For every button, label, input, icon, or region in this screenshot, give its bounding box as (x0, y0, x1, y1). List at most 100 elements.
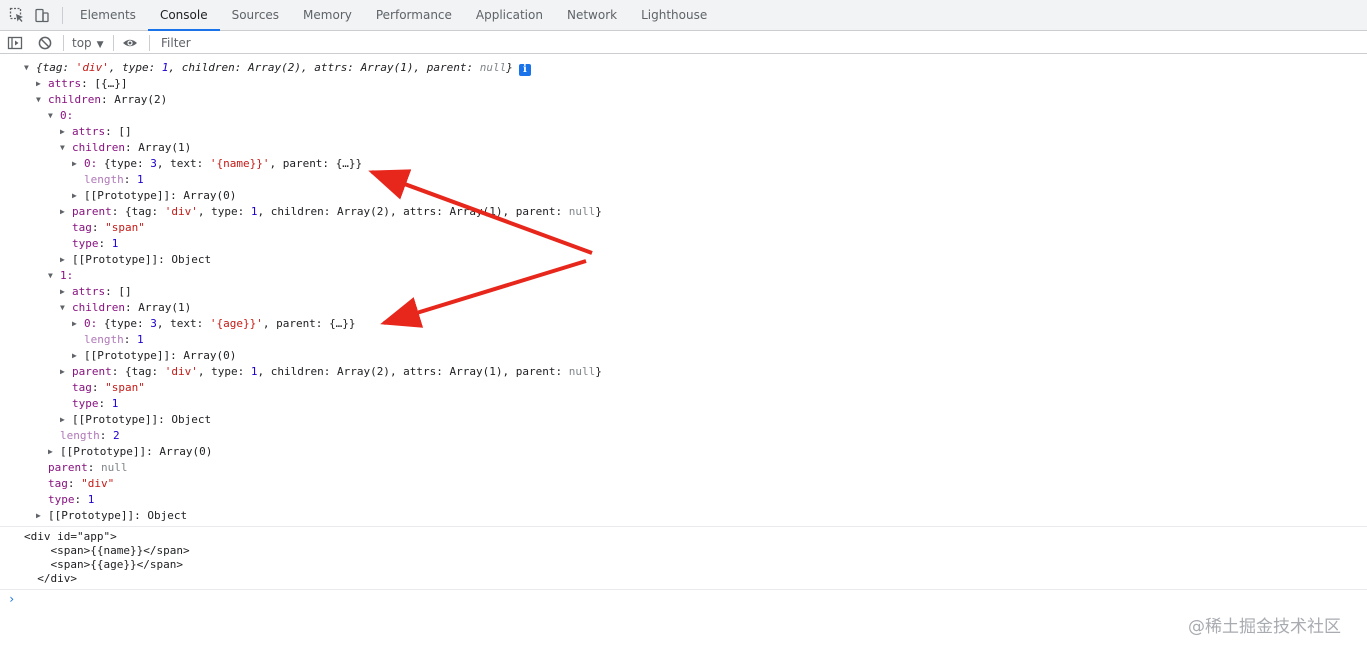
sidebar-toggle-icon[interactable] (7, 35, 23, 51)
tab-console[interactable]: Console (147, 0, 220, 31)
type-key: type (72, 237, 99, 250)
item-0-tag-row: tag: "span" (72, 221, 145, 234)
item-0-proto-row[interactable]: ▶ [[Prototype]]: Object (60, 252, 211, 268)
prototype-key: [[Prototype]] (72, 413, 159, 426)
console-prompt[interactable]: › (8, 592, 15, 606)
tab-network[interactable]: Network (555, 0, 629, 31)
prototype-key: [[Prototype]] (72, 253, 159, 266)
root-proto-row[interactable]: ▶ [[Prototype]]: Object (36, 508, 187, 524)
root-attrs-row[interactable]: ▶ attrs: [{…}] (36, 76, 128, 92)
item-1-proto-array: Array(0) (183, 349, 237, 362)
root-children-row[interactable]: ▼ children: Array(2) (36, 92, 167, 108)
collapsed-triangle-icon: ▶ (48, 447, 53, 456)
item-0-children-proto-row[interactable]: ▶ [[Prototype]]: Array(0) (72, 188, 236, 204)
item-0-index: 0: (60, 109, 74, 122)
item-1-row[interactable]: ▼ 1: (48, 268, 73, 284)
item-1-child-key: 0: (84, 317, 98, 330)
length-key: length (60, 429, 100, 442)
eye-icon[interactable] (122, 35, 138, 51)
tab-application[interactable]: Application (464, 0, 555, 31)
item-1-proto-row[interactable]: ▶ [[Prototype]]: Object (60, 412, 211, 428)
panel-tabs: Elements Console Sources Memory Performa… (68, 0, 719, 31)
length-key: length (84, 173, 124, 186)
tab-performance[interactable]: Performance (364, 0, 464, 31)
expanded-triangle-icon: ▼ (60, 143, 65, 152)
type-key: type (48, 493, 75, 506)
item-0-child-key: 0: (84, 157, 98, 170)
toolbar-divider (149, 35, 150, 51)
prototype-key: [[Prototype]] (48, 509, 135, 522)
parent-key: parent (48, 461, 88, 474)
html-output-line: <span>{{age}}</span> (24, 558, 183, 571)
device-toolbar-icon[interactable] (34, 7, 50, 23)
root-tag-value: "div" (81, 477, 115, 490)
message-divider (0, 589, 1367, 590)
item-0-child-row[interactable]: ▶ 0: {type: 3, text: '{name}}', parent: {… (72, 156, 362, 172)
expanded-triangle-icon: ▼ (36, 95, 41, 104)
item-1-type-value: 1 (111, 397, 119, 410)
item-0-parent-row[interactable]: ▶ parent: {tag: 'div', type: 1, children:… (60, 204, 602, 220)
tab-lighthouse[interactable]: Lighthouse (629, 0, 719, 31)
summary-tag-value: 'div' (75, 61, 109, 74)
item-1-children-row[interactable]: ▼ children: Array(1) (60, 300, 191, 316)
object-root-summary[interactable]: ▼ {tag: 'div', type: 1, children: Array(2… (24, 60, 531, 76)
collapsed-triangle-icon: ▶ (72, 351, 77, 360)
item-1-type-row: type: 1 (72, 397, 119, 410)
item-1-proto-object: Object (171, 413, 212, 426)
tab-memory[interactable]: Memory (291, 0, 364, 31)
message-divider (0, 526, 1367, 527)
collapsed-triangle-icon: ▶ (36, 511, 41, 520)
item-0-parent-tag: 'div' (164, 205, 198, 218)
item-1-index: 1: (60, 269, 74, 282)
item-0-parent-type: 1 (250, 205, 258, 218)
filter-input[interactable] (156, 33, 1367, 53)
item-1-child-row[interactable]: ▶ 0: {type: 3, text: '{age}}', parent: {…… (72, 316, 356, 332)
clear-console-icon[interactable] (37, 35, 53, 51)
collapsed-triangle-icon: ▶ (72, 319, 77, 328)
tag-key: tag (48, 477, 68, 490)
parent-key: parent (72, 365, 112, 378)
item-1-child-type: 3 (150, 317, 157, 330)
children-proto-row[interactable]: ▶ [[Prototype]]: Array(0) (48, 444, 212, 460)
item-1-parent-parent: null (568, 365, 596, 378)
root-parent-row: parent: null (48, 461, 128, 474)
parent-key: parent (72, 205, 112, 218)
html-output-line: <div id="app"> (24, 530, 117, 543)
item-0-children-row[interactable]: ▼ children: Array(1) (60, 140, 191, 156)
tab-elements[interactable]: Elements (68, 0, 148, 31)
collapsed-triangle-icon: ▶ (72, 159, 77, 168)
item-0-length-row: length: 1 (84, 173, 144, 186)
summary-close: } (506, 61, 513, 74)
item-1-child-parent: {…}} (329, 317, 356, 330)
prototype-key: [[Prototype]] (84, 349, 171, 362)
info-icon[interactable]: i (518, 64, 531, 76)
item-1-length-value: 1 (137, 333, 144, 346)
item-0-attrs-value: [] (118, 125, 132, 138)
collapsed-triangle-icon: ▶ (60, 207, 65, 216)
root-parent-value: null (101, 461, 128, 474)
summary-open: {tag: (36, 61, 76, 74)
inspect-element-icon[interactable] (9, 7, 25, 23)
chevron-down-icon: ▼ (96, 40, 104, 50)
item-0-type-value: 1 (111, 237, 119, 250)
item-0-parent-children: Array(2) (336, 205, 390, 218)
item-0-child-parent: {…}} (335, 157, 363, 170)
item-0-parent-parent: null (568, 205, 596, 218)
summary-type-key: , type: (108, 61, 162, 74)
collapsed-triangle-icon: ▶ (60, 255, 65, 264)
item-0-attrs-row[interactable]: ▶ attrs: [] (60, 124, 132, 140)
children-key: children (72, 301, 125, 314)
item-0-child-text: '{name}}' (209, 157, 270, 170)
summary-parent-key: , parent: (413, 61, 480, 74)
item-1-attrs-row[interactable]: ▶ attrs: [] (60, 284, 132, 300)
item-1-tag-row: tag: "span" (72, 381, 145, 394)
tab-sources[interactable]: Sources (220, 0, 291, 31)
root-tag-row: tag: "div" (48, 477, 115, 490)
prototype-key: [[Prototype]] (84, 189, 171, 202)
context-selector[interactable]: top ▼ (72, 35, 104, 51)
item-0-row[interactable]: ▼ 0: (48, 108, 73, 124)
children-length-value: 2 (113, 429, 120, 442)
item-1-parent-row[interactable]: ▶ parent: {tag: 'div', type: 1, children:… (60, 364, 602, 380)
html-output-line: </div> (24, 572, 77, 585)
item-1-children-proto-row[interactable]: ▶ [[Prototype]]: Array(0) (72, 348, 236, 364)
